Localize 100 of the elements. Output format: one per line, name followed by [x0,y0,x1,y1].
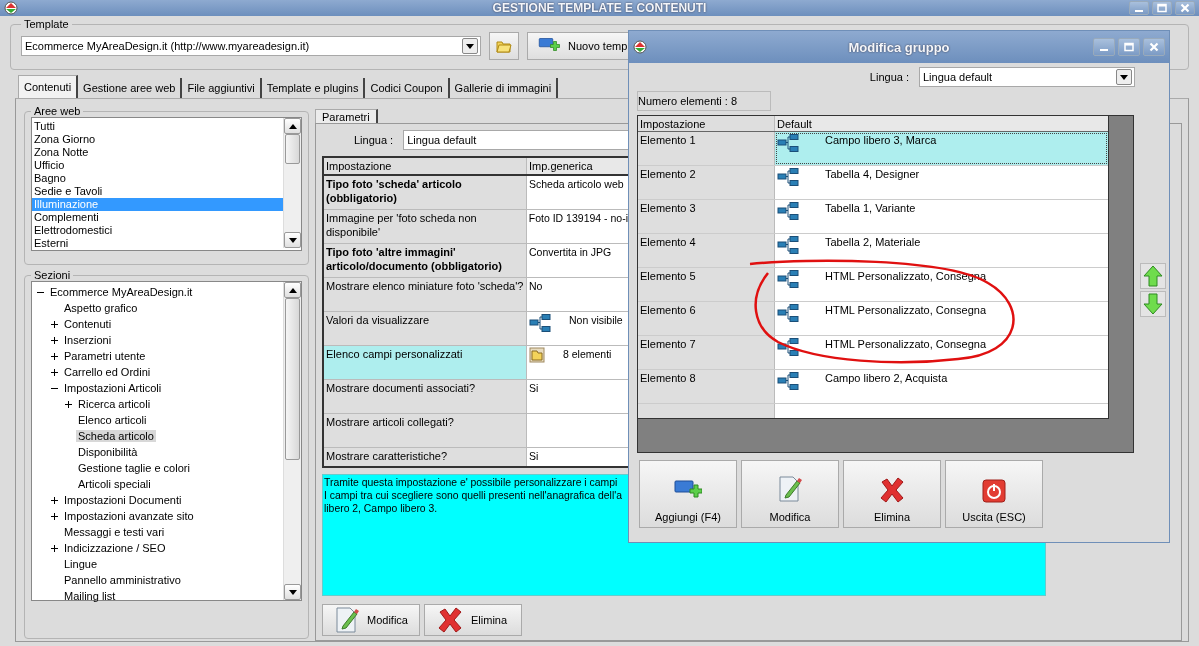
close-button[interactable] [1143,38,1165,56]
value-row[interactable]: Tabella 4, Designer [775,166,1108,199]
scrollbar[interactable] [283,118,301,248]
tree-item[interactable]: Scheda articolo [76,430,156,442]
tree-item[interactable]: Pannello amministrativo [62,574,183,586]
tab[interactable]: Codici Coupon [365,78,450,98]
group-label: Template [23,18,70,30]
tree-item[interactable]: Parametri utente [62,350,148,362]
edit-button[interactable]: Modifica [741,460,839,528]
exit-button[interactable]: Uscita (ESC) [945,460,1043,528]
list-item[interactable]: Tutti [32,120,283,133]
close-button[interactable] [1175,1,1195,15]
delete-icon [437,607,463,633]
maximize-icon [1157,3,1167,13]
tree-item[interactable]: Disponibilità [76,446,140,458]
minimize-button[interactable] [1093,38,1115,56]
tree-item[interactable]: Mailing list [62,590,118,602]
setting-cell[interactable]: Valori da visualizzare [324,312,527,345]
column-header: Impostazione [324,158,527,174]
value-row[interactable]: Tabella 1, Variante [775,200,1108,233]
hierarchy-icon [777,167,799,187]
expand-icon[interactable] [50,367,59,377]
expand-icon[interactable] [50,319,59,329]
tab[interactable]: File aggiuntivi [182,78,262,98]
tree-item[interactable]: Messaggi e testi vari [62,526,167,538]
template-dropdown[interactable]: Ecommerce MyAreaDesign.it (http://www.myareadesign.it) [21,36,481,56]
row-label: Elemento 1 [638,132,775,165]
value-cell: Si [529,449,539,463]
value-row[interactable]: HTML Personalizzato, Consegna [775,336,1108,369]
tree-item[interactable]: Elenco articoli [76,414,149,426]
tree-item[interactable]: Ricerca articoli [76,398,153,410]
expand-icon[interactable] [64,399,73,409]
tree-item[interactable]: Impostazioni Documenti [62,494,184,506]
tab[interactable]: Template e plugins [261,78,366,98]
row-label: Elemento 8 [638,370,775,403]
list-item[interactable]: Complementi [32,211,283,224]
delete-button[interactable]: Elimina [843,460,941,528]
row-label: Elemento 2 [638,166,775,199]
power-icon [982,479,1006,503]
list-item[interactable]: Bagno [32,172,283,185]
list-item[interactable]: Zona Giorno [32,133,283,146]
tab[interactable]: Gallerie di immagini [449,78,559,98]
expand-icon[interactable] [50,335,59,345]
open-folder-button[interactable] [489,32,519,60]
tree-item[interactable]: Indicizzazione / SEO [62,542,168,554]
tree-item[interactable]: Articoli speciali [76,478,153,490]
value-row[interactable]: HTML Personalizzato, Consegna [775,302,1108,335]
setting-cell[interactable]: Tipo foto 'scheda' articolo (obbligatorio) [324,176,527,209]
row-label: Elemento 6 [638,302,775,335]
value-row[interactable]: Tabella 2, Materiale [775,234,1108,267]
tree-item[interactable]: Gestione taglie e colori [76,462,192,474]
maximize-button[interactable] [1118,38,1140,56]
edit-button[interactable]: Modifica [322,604,420,636]
hierarchy-icon [777,371,799,391]
language-dropdown[interactable]: Lingua default [919,67,1135,87]
list-item[interactable]: Elettrodomestici [32,224,283,237]
minimize-button[interactable] [1129,1,1149,15]
setting-cell[interactable]: Immagine per 'foto scheda non disponibile' [324,210,527,243]
value-row[interactable]: Campo libero 2, Acquista [775,370,1108,403]
list-item[interactable]: Zona Notte [32,146,283,159]
tree-item[interactable]: Impostazioni Articoli [62,382,164,394]
delete-button[interactable]: Elimina [424,604,522,636]
list-item[interactable]: Esterni [32,237,283,250]
description-text: libero 2, Campo libero 3. [324,502,438,515]
expand-icon[interactable] [50,543,59,553]
tree-item[interactable]: Inserzioni [62,334,114,346]
list-item[interactable]: Ufficio [32,159,283,172]
add-button[interactable]: Aggiungi (F4) [639,460,737,528]
tree-item[interactable]: Contenuti [62,318,114,330]
tree-item[interactable]: Aspetto grafico [62,302,140,314]
list-item[interactable]: Sedie e Tavoli [32,185,283,198]
scrollbar[interactable] [283,282,301,600]
app-icon [632,40,648,54]
setting-cell[interactable]: Mostrare articoli collegati? [324,414,527,447]
expand-icon[interactable] [50,511,59,521]
setting-cell[interactable]: Mostrare documenti associati? [324,380,527,413]
maximize-button[interactable] [1152,1,1172,15]
hierarchy-icon [529,313,551,333]
tab[interactable]: Contenuti [18,75,79,98]
setting-cell[interactable]: Mostrare caratteristiche? [324,448,527,466]
setting-cell[interactable]: Mostrare elenco miniature foto 'scheda'? [324,278,527,311]
tree-item[interactable]: Ecommerce MyAreaDesign.it [48,286,195,298]
expand-icon[interactable] [50,351,59,361]
close-icon [1180,3,1190,13]
hierarchy-icon [777,269,799,289]
value-row[interactable]: Campo libero 3, Marca [775,132,1108,165]
tree-item[interactable]: Carrello ed Ordini [62,366,153,378]
setting-cell[interactable]: Elenco campi personalizzati [324,346,527,379]
column-header: Default [776,117,813,131]
tree-item[interactable]: Lingue [62,558,100,570]
value-cell: Scheda articolo web [529,177,624,191]
move-up-button[interactable] [1140,263,1166,289]
expand-icon[interactable] [50,495,59,505]
row-label: Elemento 3 [638,200,775,233]
tab[interactable]: Parametri [315,109,378,123]
setting-cell[interactable]: Tipo foto 'altre immagini' articolo/documento (obbligatorio) [324,244,527,277]
tree-item[interactable]: Impostazioni avanzate sito [62,510,196,522]
minimize-icon [1100,49,1108,51]
tab[interactable]: Gestione aree web [78,78,183,98]
move-down-button[interactable] [1140,291,1166,317]
